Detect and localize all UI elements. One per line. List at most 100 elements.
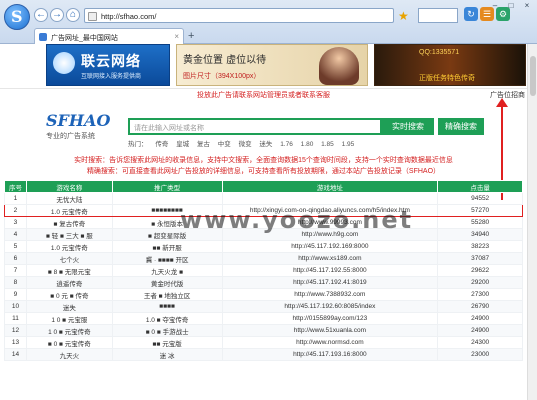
game-url[interactable]: http://www.xs189.com <box>221 252 439 265</box>
new-tab-button[interactable]: + <box>188 30 194 42</box>
click-count: 24900 <box>437 312 523 325</box>
click-count: 34940 <box>437 228 523 241</box>
row-index: 13 <box>4 336 27 349</box>
tab-favicon-icon <box>39 33 47 41</box>
tab-active[interactable]: 广告网址_最中国网站 × <box>34 28 184 44</box>
ad-banner-vacant[interactable]: 黄金位置 虚位以待 图片尺寸（394X100px） <box>176 44 368 86</box>
game-url[interactable]: http://45.117.193.16:8000 <box>221 348 439 361</box>
browser-search-box[interactable] <box>418 8 458 23</box>
game-url[interactable]: http://www.7388932.com <box>221 288 439 301</box>
game-name: ■ 复古传奇 <box>25 216 113 229</box>
click-count: 27300 <box>437 288 523 301</box>
game-name: ■ 轻 ■ 三大 ■ 服 <box>25 228 113 241</box>
cloud-logo-icon <box>53 52 75 74</box>
game-url[interactable]: http://45.117.192.55:8000 <box>221 264 439 277</box>
game-name: 1.0 元宝传奇 <box>25 240 113 253</box>
site-brand[interactable]: SFHAO 专业的广告系统 <box>46 111 126 141</box>
star-icon[interactable]: ★ <box>398 9 409 23</box>
ad-banner-lianyun[interactable]: 联云网络 互联网接入服务提供商 <box>46 44 170 86</box>
click-count: 94552 <box>437 192 523 205</box>
promo-type: 九天火龙 ■ <box>111 264 223 277</box>
ad-notice: 投放此广告请联系网站管理员或者联系客服 <box>197 92 330 99</box>
promo-type: 黄金时代版 <box>111 276 223 289</box>
game-url[interactable]: http://45.117.192.41:8019 <box>221 276 439 289</box>
hot-keyword[interactable]: 1.85 <box>321 141 334 148</box>
table-row[interactable]: 10 迷失 ■■■■ http://45.117.192.60:8085/index 2… <box>4 300 523 313</box>
row-index: 11 <box>4 312 27 325</box>
hot-keyword[interactable]: 中变 <box>218 141 231 148</box>
table-row[interactable]: 7 ■ 8 ■ 无限元宝 九天火龙 ■ http://45.117.192.55:80… <box>4 264 523 277</box>
promo-type: 王者 ■ 地独立区 <box>111 288 223 301</box>
exact-search-button[interactable]: 精确搜索 <box>438 118 484 135</box>
table-row[interactable]: 11 1 0 ■ 元宝服 1.0 ■ 夺宝传奇 http://0155899ay.co… <box>4 312 523 325</box>
hot-keyword[interactable]: 微变 <box>239 141 252 148</box>
game-url[interactable] <box>221 192 439 205</box>
promo-type: 1.0 ■ 夺宝传奇 <box>111 312 223 325</box>
click-count: 23000 <box>437 348 523 361</box>
hot-label: 热门： <box>128 141 148 148</box>
web-page: 联云网络 互联网接入服务提供商 黄金位置 虚位以待 图片尺寸（394X100px… <box>0 44 527 400</box>
close-icon[interactable]: × <box>520 1 534 11</box>
table-row[interactable]: 1 无忧大陆 94552 <box>4 192 523 205</box>
ad3-line1: QQ:1335571 <box>419 49 460 56</box>
realtime-search-button[interactable]: 实时搜索 <box>382 118 434 135</box>
game-url[interactable]: http://45.117.192.169:8000 <box>221 240 439 253</box>
info-line-exact: 精确搜索：可直接查看此网址广告投放的详细信息，可支持查看所有投放期限，通过本站广… <box>86 168 441 175</box>
watermark: www.yoozo.net <box>180 206 414 234</box>
hot-keywords: 热门： 传奇 皇城 复古 中变 微变 迷失 1.76 1.80 1.85 1.9… <box>128 138 360 148</box>
table-row[interactable]: 14 九天火迷 冰 http://45.117.193.16:8000 23000 <box>4 348 523 361</box>
hot-keyword[interactable]: 传奇 <box>155 141 168 148</box>
promo-type: ■ 0 ■ 手游战士 <box>111 324 223 337</box>
game-url[interactable]: http://www.51xuanla.com <box>221 324 439 337</box>
row-index: 14 <box>4 348 27 361</box>
table-row[interactable]: 12 1 0 ■ 元宝传奇 ■ 0 ■ 手游战士 http://www.51xuanl… <box>4 324 523 337</box>
table-row[interactable]: 5 1.0 元宝传奇 ■■ 新开服 http://45.117.192.169:800… <box>4 240 523 253</box>
game-name: 1.0 元宝传奇 <box>25 204 113 217</box>
minimize-icon[interactable]: – <box>488 1 502 11</box>
row-index: 10 <box>4 300 27 313</box>
game-url[interactable]: http://0155899ay.com/123 <box>221 312 439 325</box>
game-name: 七个火 <box>25 252 113 265</box>
maximize-icon[interactable]: □ <box>504 1 518 11</box>
col-header: 游戏名称 <box>25 180 113 193</box>
table-row[interactable]: 13 ■ 0 ■ 元宝传奇 ■■ 元宝版 http://www.normsd.com 2… <box>4 336 523 349</box>
hot-keyword[interactable]: 迷失 <box>259 141 272 148</box>
hot-keyword[interactable]: 1.95 <box>342 141 355 148</box>
promo-type: ■■ 新开服 <box>111 240 223 253</box>
hot-keyword[interactable]: 1.80 <box>301 141 314 148</box>
forward-icon[interactable]: → <box>50 8 64 22</box>
promo-type <box>111 192 223 205</box>
click-count: 38223 <box>437 240 523 253</box>
search-placeholder: 请在此输入网址或名称 <box>134 125 204 132</box>
refresh-icon[interactable]: ↻ <box>464 7 478 21</box>
ad3-line2: 正版任务特色传奇 <box>419 75 475 82</box>
game-url[interactable]: http://45.117.192.60:8085/index <box>221 300 439 313</box>
table-row[interactable]: 6 七个火冀 · ■■■■ 开区 http://www.xs189.com 37087 <box>4 252 523 265</box>
home-icon[interactable]: ⌂ <box>66 8 80 22</box>
ad-banner-game[interactable]: QQ:1335571 正版任务特色传奇 <box>374 44 526 86</box>
tab-close-icon[interactable]: × <box>174 32 179 41</box>
address-bar[interactable]: http://sfhao.com/ <box>84 8 394 23</box>
back-icon[interactable]: ← <box>34 8 48 22</box>
scrollbar-thumb[interactable] <box>530 56 536 96</box>
click-count: 24900 <box>437 324 523 337</box>
browser-logo-button[interactable]: S <box>4 4 30 30</box>
click-count: 26790 <box>437 300 523 313</box>
game-name: 无忧大陆 <box>25 192 113 205</box>
hot-keyword[interactable]: 复古 <box>197 141 210 148</box>
scrollbar[interactable] <box>527 44 537 400</box>
promo-type: ■■■■ <box>111 300 223 313</box>
col-header: 点击量 <box>437 180 523 193</box>
row-index: 12 <box>4 324 27 337</box>
table-row[interactable]: 9 ■ 0 元 ■ 传奇 王者 ■ 地独立区 http://www.7388932.c… <box>4 288 523 301</box>
site-search-input[interactable]: 请在此输入网址或名称 <box>128 118 382 135</box>
click-count: 24300 <box>437 336 523 349</box>
table-header-row: 序号 游戏名称 推广类型 游戏地址 点击量 <box>4 180 523 193</box>
hot-keyword[interactable]: 皇城 <box>176 141 189 148</box>
row-index: 3 <box>4 216 27 229</box>
click-count: 57270 <box>437 204 523 217</box>
game-url[interactable]: http://www.normsd.com <box>221 336 439 349</box>
table-row[interactable]: 8 逍遥传奇 黄金时代版 http://45.117.192.41:8019 29200 <box>4 276 523 289</box>
click-count: 29200 <box>437 276 523 289</box>
hot-keyword[interactable]: 1.76 <box>280 141 293 148</box>
